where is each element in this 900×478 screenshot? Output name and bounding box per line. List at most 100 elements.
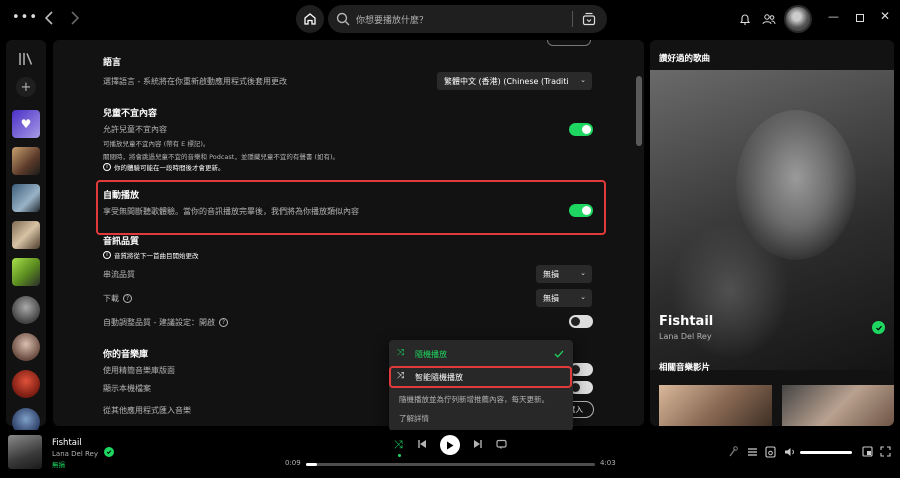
player-track-title[interactable]: Fishtail bbox=[52, 438, 82, 448]
mini-player-icon[interactable] bbox=[862, 446, 873, 457]
chevron-down-icon: ⌄ bbox=[580, 293, 586, 301]
liked-songs-thumb[interactable]: ♥ bbox=[12, 110, 40, 138]
partial-button[interactable] bbox=[547, 40, 591, 46]
track-artist[interactable]: Lana Del Rey bbox=[659, 332, 712, 341]
user-avatar[interactable] bbox=[784, 5, 812, 33]
stream-quality-dropdown[interactable]: 無損 ⌄ bbox=[536, 265, 592, 283]
menu-item-smart-shuffle[interactable]: ⤨ 智能隨機播放 bbox=[389, 367, 573, 387]
create-playlist-button[interactable]: + bbox=[16, 77, 36, 97]
language-dropdown-value: 繁體中文 (香港) (Chinese (Traditi bbox=[444, 77, 569, 86]
learn-more-link[interactable]: 了解詳情 bbox=[399, 413, 429, 424]
check-icon bbox=[554, 350, 564, 358]
shuffle-button-icon[interactable]: ⤨ bbox=[394, 438, 403, 452]
help-icon[interactable]: ? bbox=[123, 294, 132, 303]
friends-icon[interactable] bbox=[762, 13, 776, 26]
devices-icon[interactable] bbox=[765, 446, 776, 458]
back-arrow-icon[interactable] bbox=[44, 11, 54, 25]
home-button[interactable] bbox=[296, 5, 324, 33]
browse-icon[interactable] bbox=[582, 12, 596, 26]
track-title[interactable]: Fishtail bbox=[659, 314, 713, 329]
fullscreen-icon[interactable] bbox=[880, 446, 891, 457]
duration-time: 4:03 bbox=[600, 459, 616, 467]
download-quality-label: 下載 bbox=[103, 294, 119, 303]
info-icon: i bbox=[103, 163, 111, 171]
video-thumb-2[interactable] bbox=[782, 385, 894, 426]
player-track-artist[interactable]: Lana Del Rey bbox=[52, 450, 98, 458]
download-quality-row: 下載 ? bbox=[103, 293, 132, 304]
shuffle-active-dot bbox=[398, 454, 401, 457]
playlist-thumb-4[interactable] bbox=[12, 258, 40, 286]
chevron-down-icon: ⌄ bbox=[580, 76, 586, 84]
stream-quality-value: 無損 bbox=[543, 270, 559, 279]
library-sidebar: + ♥ bbox=[6, 40, 46, 436]
play-icon bbox=[447, 441, 454, 449]
minimize-icon[interactable]: — bbox=[828, 10, 839, 23]
search-icon bbox=[336, 12, 350, 26]
stream-quality-label: 串流品質 bbox=[103, 270, 135, 279]
repeat-icon[interactable] bbox=[496, 439, 507, 449]
explicit-title: 兒童不宜內容 bbox=[103, 109, 158, 119]
liked-check-icon[interactable] bbox=[104, 447, 114, 457]
queue-icon[interactable] bbox=[747, 447, 758, 457]
music-videos-header: 相關音樂影片 bbox=[659, 363, 711, 373]
menu-item-smart-shuffle-label: 智能隨機播放 bbox=[415, 373, 463, 382]
import-music-label: 從其他應用程式匯入音樂 bbox=[103, 406, 191, 415]
volume-icon[interactable] bbox=[784, 446, 796, 458]
playlist-thumb-3[interactable] bbox=[12, 221, 40, 249]
autoplay-toggle[interactable] bbox=[569, 204, 593, 217]
local-files-label: 顯示本機檔案 bbox=[103, 384, 151, 393]
playlist-header: 讚好過的歌曲 bbox=[659, 54, 711, 64]
shuffle-menu: ⤨ 隨機播放 ⤨ 智能隨機播放 隨機播放並為佇列新增推薦內容，每天更新。 了解詳… bbox=[389, 340, 573, 431]
scrollbar[interactable] bbox=[636, 76, 642, 146]
video-thumb-1[interactable] bbox=[659, 385, 772, 426]
top-bar: ••• 你想要播放什麼？ — ✕ bbox=[0, 0, 900, 38]
now-playing-panel: 讚好過的歌曲 Fishtail Lana Del Rey 相關音樂影片 bbox=[650, 40, 894, 426]
mic-icon[interactable] bbox=[728, 446, 738, 458]
previous-icon[interactable] bbox=[417, 439, 427, 449]
menu-item-shuffle-label: 隨機播放 bbox=[415, 350, 447, 359]
explicit-label: 允許兒童不宜內容 bbox=[103, 125, 167, 134]
playlist-thumb-2[interactable] bbox=[12, 184, 40, 212]
menu-item-shuffle[interactable]: ⤨ 隨機播放 bbox=[389, 344, 573, 364]
close-icon[interactable]: ✕ bbox=[880, 9, 890, 23]
home-icon bbox=[304, 13, 316, 25]
progress-fill bbox=[306, 463, 317, 466]
explicit-note-3-row: i 你的體驗可能在一段時間後才會更新。 bbox=[103, 162, 225, 172]
audio-quality-note-row: i 音質將從下一首曲目開始更改 bbox=[103, 250, 199, 260]
chevron-down-icon: ⌄ bbox=[580, 269, 586, 277]
download-quality-value: 無損 bbox=[543, 294, 559, 303]
smart-shuffle-icon: ⤨ bbox=[397, 371, 405, 381]
search-bar[interactable]: 你想要播放什麼？ bbox=[328, 5, 607, 33]
info-icon: i bbox=[103, 251, 111, 259]
forward-arrow-icon[interactable] bbox=[70, 11, 80, 25]
artist-thumb-2[interactable] bbox=[12, 333, 40, 361]
next-icon[interactable] bbox=[473, 439, 483, 449]
library-title: 你的音樂庫 bbox=[103, 350, 149, 360]
auto-adjust-toggle[interactable] bbox=[569, 315, 593, 328]
compact-library-label: 使用精簡音樂庫版面 bbox=[103, 366, 175, 375]
smart-shuffle-description: 隨機播放並為佇列新增推薦內容，每天更新。 bbox=[399, 395, 549, 404]
elapsed-time: 0:09 bbox=[285, 459, 301, 467]
explicit-toggle[interactable] bbox=[569, 123, 593, 136]
liked-check-icon[interactable] bbox=[872, 321, 885, 334]
shuffle-icon: ⤨ bbox=[397, 348, 405, 358]
maximize-icon[interactable] bbox=[856, 14, 864, 22]
playlist-thumb-1[interactable] bbox=[12, 147, 40, 175]
search-input[interactable]: 你想要播放什麼？ bbox=[356, 13, 428, 26]
download-quality-dropdown[interactable]: 無損 ⌄ bbox=[536, 289, 592, 307]
volume-slider[interactable] bbox=[800, 451, 852, 454]
auto-adjust-row: 自動調整品質 - 建議設定：開啟 ? bbox=[103, 317, 228, 328]
language-dropdown[interactable]: 繁體中文 (香港) (Chinese (Traditi ⌄ bbox=[437, 72, 592, 90]
menu-dots-icon[interactable]: ••• bbox=[12, 10, 38, 25]
now-playing-cover[interactable] bbox=[8, 435, 42, 469]
artist-thumb-1[interactable] bbox=[12, 296, 40, 324]
progress-bar[interactable] bbox=[306, 463, 595, 466]
search-divider bbox=[572, 11, 573, 27]
library-icon[interactable] bbox=[18, 52, 34, 66]
bell-icon[interactable] bbox=[739, 13, 751, 26]
artist-thumb-3[interactable] bbox=[12, 370, 40, 398]
play-button[interactable] bbox=[440, 435, 460, 455]
explicit-note-1: 可播放兒童不宜內容 (帶有 E 標記)。 bbox=[103, 140, 210, 148]
help-icon[interactable]: ? bbox=[218, 318, 228, 327]
heart-icon: ♥ bbox=[20, 117, 32, 131]
